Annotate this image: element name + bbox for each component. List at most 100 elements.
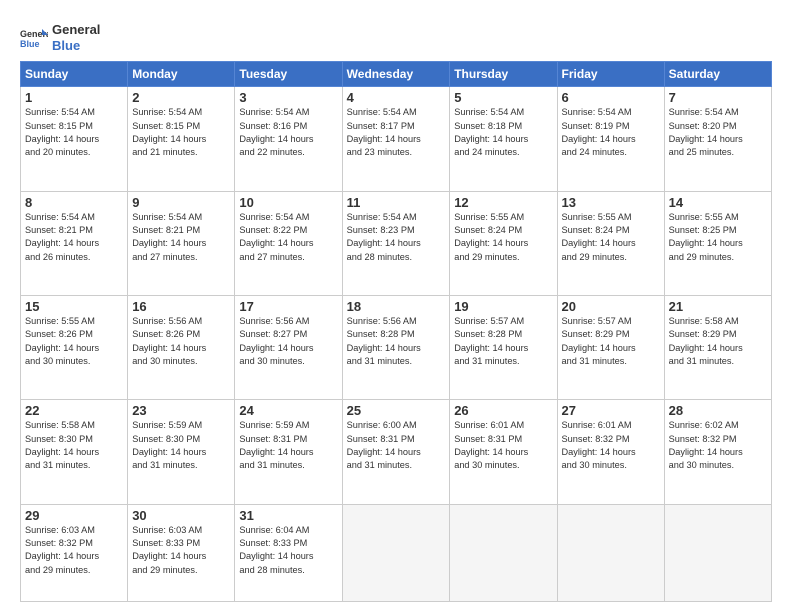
day-number: 31 [239, 508, 337, 523]
day-cell: 7Sunrise: 5:54 AMSunset: 8:20 PMDaylight… [664, 87, 771, 191]
day-cell [664, 504, 771, 601]
day-number: 30 [132, 508, 230, 523]
day-number: 22 [25, 403, 123, 418]
day-info: Sunrise: 5:54 AMSunset: 8:16 PMDaylight:… [239, 106, 337, 159]
day-cell: 13Sunrise: 5:55 AMSunset: 8:24 PMDayligh… [557, 191, 664, 295]
day-cell [342, 504, 450, 601]
day-cell: 29Sunrise: 6:03 AMSunset: 8:32 PMDayligh… [21, 504, 128, 601]
day-number: 18 [347, 299, 446, 314]
day-number: 8 [25, 195, 123, 210]
day-number: 4 [347, 90, 446, 105]
day-number: 28 [669, 403, 767, 418]
day-cell: 2Sunrise: 5:54 AMSunset: 8:15 PMDaylight… [128, 87, 235, 191]
calendar-table: SundayMondayTuesdayWednesdayThursdayFrid… [20, 61, 772, 602]
day-info: Sunrise: 5:57 AMSunset: 8:29 PMDaylight:… [562, 315, 660, 368]
day-number: 13 [562, 195, 660, 210]
logo-text-blue: Blue [52, 38, 100, 54]
day-info: Sunrise: 5:57 AMSunset: 8:28 PMDaylight:… [454, 315, 552, 368]
day-number: 9 [132, 195, 230, 210]
col-header-friday: Friday [557, 62, 664, 87]
day-cell: 6Sunrise: 5:54 AMSunset: 8:19 PMDaylight… [557, 87, 664, 191]
day-cell: 21Sunrise: 5:58 AMSunset: 8:29 PMDayligh… [664, 295, 771, 399]
day-info: Sunrise: 5:58 AMSunset: 8:30 PMDaylight:… [25, 419, 123, 472]
svg-text:Blue: Blue [20, 39, 40, 49]
day-number: 25 [347, 403, 446, 418]
day-info: Sunrise: 5:56 AMSunset: 8:26 PMDaylight:… [132, 315, 230, 368]
day-number: 20 [562, 299, 660, 314]
day-info: Sunrise: 5:54 AMSunset: 8:21 PMDaylight:… [132, 211, 230, 264]
day-info: Sunrise: 5:54 AMSunset: 8:23 PMDaylight:… [347, 211, 446, 264]
week-row-3: 15Sunrise: 5:55 AMSunset: 8:26 PMDayligh… [21, 295, 772, 399]
day-number: 29 [25, 508, 123, 523]
day-cell: 27Sunrise: 6:01 AMSunset: 8:32 PMDayligh… [557, 400, 664, 504]
day-number: 21 [669, 299, 767, 314]
day-number: 27 [562, 403, 660, 418]
day-info: Sunrise: 5:54 AMSunset: 8:15 PMDaylight:… [25, 106, 123, 159]
day-number: 5 [454, 90, 552, 105]
day-cell: 11Sunrise: 5:54 AMSunset: 8:23 PMDayligh… [342, 191, 450, 295]
day-cell: 19Sunrise: 5:57 AMSunset: 8:28 PMDayligh… [450, 295, 557, 399]
day-info: Sunrise: 5:55 AMSunset: 8:26 PMDaylight:… [25, 315, 123, 368]
day-cell: 15Sunrise: 5:55 AMSunset: 8:26 PMDayligh… [21, 295, 128, 399]
day-cell: 30Sunrise: 6:03 AMSunset: 8:33 PMDayligh… [128, 504, 235, 601]
day-info: Sunrise: 5:56 AMSunset: 8:28 PMDaylight:… [347, 315, 446, 368]
week-row-5: 29Sunrise: 6:03 AMSunset: 8:32 PMDayligh… [21, 504, 772, 601]
day-info: Sunrise: 5:58 AMSunset: 8:29 PMDaylight:… [669, 315, 767, 368]
day-number: 17 [239, 299, 337, 314]
day-info: Sunrise: 5:54 AMSunset: 8:15 PMDaylight:… [132, 106, 230, 159]
day-cell: 14Sunrise: 5:55 AMSunset: 8:25 PMDayligh… [664, 191, 771, 295]
day-number: 7 [669, 90, 767, 105]
day-cell: 17Sunrise: 5:56 AMSunset: 8:27 PMDayligh… [235, 295, 342, 399]
day-cell: 25Sunrise: 6:00 AMSunset: 8:31 PMDayligh… [342, 400, 450, 504]
day-cell: 5Sunrise: 5:54 AMSunset: 8:18 PMDaylight… [450, 87, 557, 191]
day-number: 23 [132, 403, 230, 418]
day-cell: 16Sunrise: 5:56 AMSunset: 8:26 PMDayligh… [128, 295, 235, 399]
day-info: Sunrise: 5:56 AMSunset: 8:27 PMDaylight:… [239, 315, 337, 368]
day-cell: 24Sunrise: 5:59 AMSunset: 8:31 PMDayligh… [235, 400, 342, 504]
day-cell: 26Sunrise: 6:01 AMSunset: 8:31 PMDayligh… [450, 400, 557, 504]
week-row-1: 1Sunrise: 5:54 AMSunset: 8:15 PMDaylight… [21, 87, 772, 191]
page: General Blue General Blue SundayMondayTu… [0, 0, 792, 612]
day-info: Sunrise: 6:03 AMSunset: 8:32 PMDaylight:… [25, 524, 123, 577]
day-info: Sunrise: 5:54 AMSunset: 8:22 PMDaylight:… [239, 211, 337, 264]
day-cell: 18Sunrise: 5:56 AMSunset: 8:28 PMDayligh… [342, 295, 450, 399]
day-info: Sunrise: 5:54 AMSunset: 8:19 PMDaylight:… [562, 106, 660, 159]
day-cell [557, 504, 664, 601]
day-info: Sunrise: 5:59 AMSunset: 8:30 PMDaylight:… [132, 419, 230, 472]
day-info: Sunrise: 6:03 AMSunset: 8:33 PMDaylight:… [132, 524, 230, 577]
day-info: Sunrise: 5:54 AMSunset: 8:18 PMDaylight:… [454, 106, 552, 159]
day-cell: 31Sunrise: 6:04 AMSunset: 8:33 PMDayligh… [235, 504, 342, 601]
day-cell: 23Sunrise: 5:59 AMSunset: 8:30 PMDayligh… [128, 400, 235, 504]
day-number: 16 [132, 299, 230, 314]
day-cell: 9Sunrise: 5:54 AMSunset: 8:21 PMDaylight… [128, 191, 235, 295]
day-number: 1 [25, 90, 123, 105]
day-info: Sunrise: 6:04 AMSunset: 8:33 PMDaylight:… [239, 524, 337, 577]
day-info: Sunrise: 5:55 AMSunset: 8:25 PMDaylight:… [669, 211, 767, 264]
day-number: 12 [454, 195, 552, 210]
header: General Blue General Blue [20, 18, 772, 53]
day-number: 2 [132, 90, 230, 105]
logo-text-general: General [52, 22, 100, 38]
col-header-monday: Monday [128, 62, 235, 87]
day-cell: 20Sunrise: 5:57 AMSunset: 8:29 PMDayligh… [557, 295, 664, 399]
col-header-wednesday: Wednesday [342, 62, 450, 87]
day-info: Sunrise: 5:54 AMSunset: 8:17 PMDaylight:… [347, 106, 446, 159]
week-row-2: 8Sunrise: 5:54 AMSunset: 8:21 PMDaylight… [21, 191, 772, 295]
day-info: Sunrise: 6:01 AMSunset: 8:31 PMDaylight:… [454, 419, 552, 472]
day-info: Sunrise: 5:54 AMSunset: 8:20 PMDaylight:… [669, 106, 767, 159]
day-number: 26 [454, 403, 552, 418]
day-info: Sunrise: 6:00 AMSunset: 8:31 PMDaylight:… [347, 419, 446, 472]
col-header-tuesday: Tuesday [235, 62, 342, 87]
day-number: 6 [562, 90, 660, 105]
day-number: 3 [239, 90, 337, 105]
day-cell: 12Sunrise: 5:55 AMSunset: 8:24 PMDayligh… [450, 191, 557, 295]
day-cell [450, 504, 557, 601]
col-header-sunday: Sunday [21, 62, 128, 87]
day-number: 24 [239, 403, 337, 418]
day-cell: 4Sunrise: 5:54 AMSunset: 8:17 PMDaylight… [342, 87, 450, 191]
day-number: 14 [669, 195, 767, 210]
day-info: Sunrise: 5:54 AMSunset: 8:21 PMDaylight:… [25, 211, 123, 264]
col-header-saturday: Saturday [664, 62, 771, 87]
col-header-thursday: Thursday [450, 62, 557, 87]
day-cell: 28Sunrise: 6:02 AMSunset: 8:32 PMDayligh… [664, 400, 771, 504]
